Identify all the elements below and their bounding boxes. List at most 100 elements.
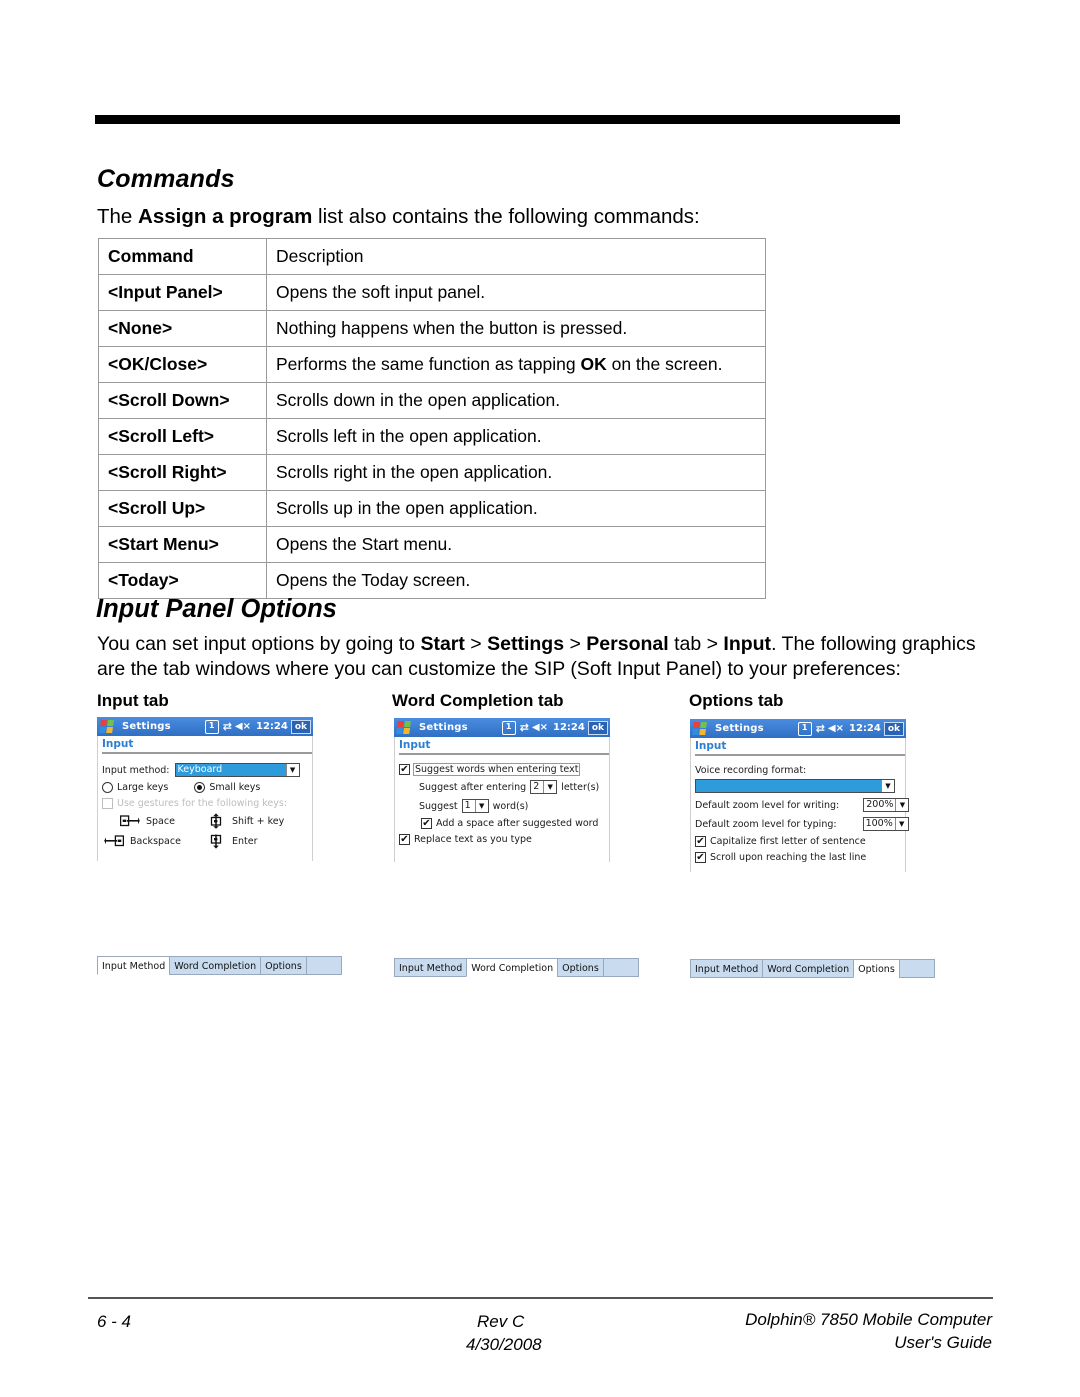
- tabstrip-word-completion-tab: Input Method Word Completion Options: [394, 958, 639, 977]
- cell-command: <Scroll Left>: [98, 418, 267, 455]
- pda-titlebar: Settings 1 ⇄ ◀× 12:24 ok: [690, 719, 906, 738]
- gesture-row: Space Shift + key: [102, 813, 308, 829]
- gesture-space-svg: [120, 815, 140, 827]
- clock-icon[interactable]: 1: [501, 720, 516, 735]
- zoom-typing-value: 100%: [865, 818, 893, 829]
- subtitle-rule: [102, 752, 312, 754]
- gesture-space: Space: [120, 814, 206, 828]
- gesture-enter: Enter: [206, 834, 258, 849]
- cell-description: Scrolls up in the open application.: [266, 490, 766, 527]
- clock-icon[interactable]: 1: [204, 719, 219, 734]
- zoom-typing-row: Default zoom level for typing: 100% ▼: [695, 817, 909, 831]
- use-gestures-row: ✔ Use gestures for the following keys:: [102, 798, 308, 809]
- input-method-label: Input method:: [102, 764, 170, 776]
- ok-button[interactable]: ok: [883, 721, 904, 736]
- input-method-row: Input method: Keyboard ▼: [102, 763, 308, 777]
- suggest-after-select[interactable]: 2 ▼: [530, 780, 558, 794]
- gesture-enter-icon: [206, 834, 226, 849]
- tab-input-method[interactable]: Input Method: [690, 959, 764, 978]
- add-space-row: ✔ Add a space after suggested word: [421, 818, 605, 829]
- table-row: <Scroll Right> Scrolls right in the open…: [98, 454, 766, 491]
- voice-format-select[interactable]: ▼: [695, 779, 895, 793]
- caption-word-completion-tab: Word Completion tab: [392, 691, 564, 710]
- radio-small-keys[interactable]: [194, 782, 206, 793]
- gesture-space-icon: [120, 814, 140, 828]
- tabstrip-options-tab: Input Method Word Completion Options: [690, 959, 935, 978]
- speaker-mute-icon[interactable]: ◀×: [828, 723, 844, 734]
- chevron-down-icon: ▼: [474, 800, 488, 812]
- table-row: <Start Menu> Opens the Start menu.: [98, 526, 766, 563]
- cell-description: Opens the Today screen.: [266, 562, 766, 599]
- zoom-typing-select[interactable]: 100% ▼: [862, 817, 909, 831]
- table-row: <Today> Opens the Today screen.: [98, 562, 766, 599]
- tab-word-completion[interactable]: Word Completion: [169, 956, 262, 975]
- voice-format-row: ▼: [695, 779, 901, 793]
- windows-flag-icon[interactable]: [692, 721, 709, 736]
- tab-input-method[interactable]: Input Method: [97, 956, 171, 975]
- network-icon[interactable]: ⇄: [223, 720, 232, 733]
- tab-word-completion[interactable]: Word Completion: [466, 958, 559, 977]
- speaker-mute-icon[interactable]: ◀×: [235, 721, 251, 732]
- desc-bold: OK: [580, 354, 607, 374]
- titlebar-clock[interactable]: 12:24: [553, 722, 585, 733]
- windows-flag-icon[interactable]: [99, 719, 116, 734]
- gesture-label-backspace: Backspace: [130, 835, 181, 847]
- speaker-mute-icon[interactable]: ◀×: [532, 722, 548, 733]
- table-row: <Scroll Left> Scrolls left in the open a…: [98, 418, 766, 455]
- checkbox-suggest-words[interactable]: ✔: [399, 764, 410, 775]
- cell-command: <Input Panel>: [98, 274, 267, 311]
- checkbox-scroll-last-line[interactable]: ✔: [695, 852, 706, 863]
- tab-options[interactable]: Options: [557, 958, 604, 977]
- intro-suffix: list also contains the following command…: [312, 205, 700, 228]
- options-tab-body: Voice recording format: ▼ Default zoom l…: [690, 759, 910, 872]
- titlebar-clock[interactable]: 12:24: [256, 721, 288, 732]
- suggest-words-row: ✔ Suggest words when entering text: [399, 763, 605, 776]
- cell-command: <OK/Close>: [98, 346, 267, 383]
- cell-command: <Start Menu>: [98, 526, 267, 563]
- checkbox-add-space[interactable]: ✔: [421, 818, 432, 829]
- intro-prefix: The: [97, 205, 139, 228]
- cell-description: Performs the same function as tapping OK…: [266, 346, 766, 383]
- chevron-down-icon: ▼: [895, 799, 909, 811]
- input-method-value: Keyboard: [175, 764, 286, 776]
- windows-flag-icon[interactable]: [396, 720, 413, 735]
- capitalize-row: ✔ Capitalize first letter of sentence: [695, 836, 901, 847]
- footer-product: Dolphin® 7850 Mobile Computer: [745, 1310, 992, 1329]
- ok-button[interactable]: ok: [290, 719, 311, 734]
- gesture-list: Space Shift + key Backspace Enter: [102, 813, 308, 849]
- commands-heading: Commands: [97, 165, 235, 193]
- para-part-2: >: [464, 633, 488, 655]
- ok-button[interactable]: ok: [587, 720, 608, 735]
- radio-large-keys[interactable]: [102, 782, 113, 793]
- table-header-row: Command Description: [98, 238, 766, 275]
- input-method-select[interactable]: Keyboard ▼: [174, 763, 300, 777]
- page-header-rule: [95, 115, 900, 124]
- zoom-writing-select[interactable]: 200% ▼: [863, 798, 910, 812]
- zoom-writing-value: 200%: [866, 799, 894, 810]
- titlebar-clock[interactable]: 12:24: [849, 723, 881, 734]
- checkbox-use-gestures[interactable]: ✔: [102, 798, 113, 809]
- pda-subtitle-bar: Input: [97, 736, 313, 757]
- tab-word-completion[interactable]: Word Completion: [762, 959, 855, 978]
- label-suggest-words: Suggest words when entering text: [412, 763, 581, 776]
- tab-options[interactable]: Options: [260, 956, 307, 975]
- tabstrip-input-tab: Input Method Word Completion Options: [97, 956, 342, 975]
- para-bold-settings: Settings: [487, 633, 565, 655]
- clock-icon[interactable]: 1: [797, 721, 812, 736]
- network-icon[interactable]: ⇄: [816, 722, 825, 735]
- tab-input-method[interactable]: Input Method: [394, 958, 468, 977]
- commands-table: Command Description <Input Panel> Opens …: [98, 238, 766, 599]
- screenshot-options-tab: Settings 1 ⇄ ◀× 12:24 ok Input Voice rec…: [690, 719, 910, 872]
- checkbox-replace-text[interactable]: ✔: [399, 834, 410, 845]
- cell-description: Opens the soft input panel.: [266, 274, 766, 311]
- page-footer-rule: [88, 1297, 993, 1299]
- checkbox-capitalize[interactable]: ✔: [695, 836, 706, 847]
- gesture-enter-svg: [210, 834, 222, 849]
- network-icon[interactable]: ⇄: [520, 721, 529, 734]
- label-words: word(s): [492, 800, 529, 812]
- zoom-writing-row: Default zoom level for writing: 200% ▼: [695, 798, 910, 812]
- tab-options[interactable]: Options: [853, 959, 900, 978]
- label-suggest: Suggest: [419, 800, 458, 812]
- suggest-count-select[interactable]: 1 ▼: [461, 799, 489, 813]
- cell-command: <Today>: [98, 562, 267, 599]
